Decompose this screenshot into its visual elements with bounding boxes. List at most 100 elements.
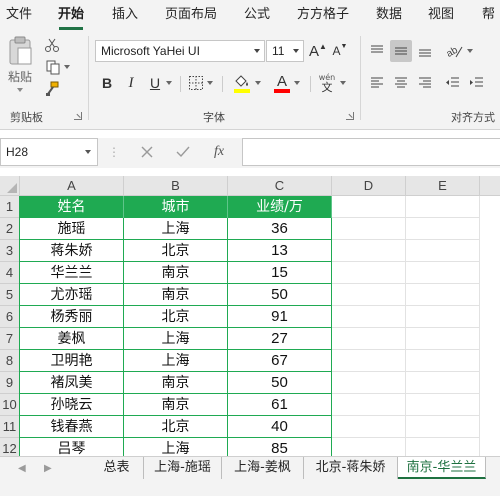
phonetic-guide-button[interactable]: wén 文 xyxy=(316,70,338,96)
column-header-d[interactable]: D xyxy=(332,176,406,196)
align-left-button[interactable] xyxy=(366,72,388,94)
bold-button[interactable]: B xyxy=(98,72,116,94)
name-box[interactable]: H28 xyxy=(0,138,98,166)
table-cell[interactable]: 36 xyxy=(228,218,332,240)
row-header-12[interactable]: 12 xyxy=(0,438,20,456)
table-cell[interactable]: 上海 xyxy=(124,218,228,240)
paste-button[interactable]: 粘贴 xyxy=(4,36,36,96)
menu-tab-formulas[interactable]: 公式 xyxy=(244,5,270,25)
empty-cell[interactable] xyxy=(406,284,480,306)
empty-cell[interactable] xyxy=(406,394,480,416)
empty-cell[interactable] xyxy=(332,438,406,456)
font-family-select[interactable]: Microsoft YaHei UI xyxy=(95,40,265,62)
align-bottom-button[interactable] xyxy=(414,40,436,62)
increase-font-size-button[interactable]: A ▲ xyxy=(308,40,328,62)
table-cell[interactable]: 上海 xyxy=(124,438,228,456)
menu-tab-data[interactable]: 数据 xyxy=(376,5,402,25)
decrease-indent-button[interactable] xyxy=(442,72,464,94)
sheet-tab[interactable]: 北京-蒋朱娇 xyxy=(304,457,398,479)
table-cell[interactable]: 南京 xyxy=(124,394,228,416)
menu-tab-view[interactable]: 视图 xyxy=(428,5,454,25)
row-header-8[interactable]: 8 xyxy=(0,350,20,372)
table-cell[interactable]: 南京 xyxy=(124,284,228,306)
table-header-cell[interactable]: 城市 xyxy=(124,196,228,218)
copy-button[interactable] xyxy=(42,58,72,76)
row-header-5[interactable]: 5 xyxy=(0,284,20,306)
font-dialog-launcher-icon[interactable] xyxy=(346,112,354,120)
menu-tab-help[interactable]: 帮 xyxy=(482,5,495,25)
empty-cell[interactable] xyxy=(406,262,480,284)
menu-tab-home[interactable]: 开始 xyxy=(58,5,84,25)
column-header-a[interactable]: A xyxy=(20,176,124,196)
menu-tab-fangfang[interactable]: 方方格子 xyxy=(297,5,349,25)
empty-cell[interactable] xyxy=(332,416,406,438)
table-cell[interactable]: 南京 xyxy=(124,372,228,394)
row-header-6[interactable]: 6 xyxy=(0,306,20,328)
empty-cell[interactable] xyxy=(332,262,406,284)
column-header-b[interactable]: B xyxy=(124,176,228,196)
menu-tab-file[interactable]: 文件 xyxy=(6,5,32,25)
empty-cell[interactable] xyxy=(332,394,406,416)
table-cell[interactable]: 姜枫 xyxy=(20,328,124,350)
empty-cell[interactable] xyxy=(332,328,406,350)
align-top-button[interactable] xyxy=(366,40,388,62)
empty-cell[interactable] xyxy=(406,438,480,456)
fill-color-button[interactable] xyxy=(230,72,264,94)
align-right-button[interactable] xyxy=(414,72,436,94)
empty-cell[interactable] xyxy=(406,328,480,350)
menu-tab-page-layout[interactable]: 页面布局 xyxy=(165,5,217,25)
row-header-4[interactable]: 4 xyxy=(0,262,20,284)
row-header-11[interactable]: 11 xyxy=(0,416,20,438)
row-header-2[interactable]: 2 xyxy=(0,218,20,240)
row-header-1[interactable]: 1 xyxy=(0,196,20,218)
table-cell[interactable]: 蒋朱娇 xyxy=(20,240,124,262)
empty-cell[interactable] xyxy=(332,240,406,262)
table-cell[interactable]: 50 xyxy=(228,284,332,306)
table-cell[interactable]: 13 xyxy=(228,240,332,262)
orientation-button[interactable]: ab xyxy=(442,40,476,62)
table-cell[interactable]: 15 xyxy=(228,262,332,284)
italic-button[interactable]: I xyxy=(122,72,140,94)
select-all-corner[interactable] xyxy=(0,176,20,196)
table-cell[interactable]: 尤亦瑶 xyxy=(20,284,124,306)
table-cell[interactable]: 91 xyxy=(228,306,332,328)
borders-button[interactable] xyxy=(186,72,214,94)
table-cell[interactable]: 61 xyxy=(228,394,332,416)
formula-input[interactable] xyxy=(242,138,500,166)
table-header-cell[interactable]: 业绩/万 xyxy=(228,196,332,218)
phonetic-dropdown[interactable] xyxy=(338,72,348,94)
insert-function-button[interactable]: fx xyxy=(208,142,230,162)
empty-cell[interactable] xyxy=(406,196,480,218)
clipboard-dialog-launcher-icon[interactable] xyxy=(74,112,82,120)
font-size-select[interactable]: 11 xyxy=(266,40,304,62)
row-header-7[interactable]: 7 xyxy=(0,328,20,350)
enter-button[interactable] xyxy=(172,142,194,162)
empty-cell[interactable] xyxy=(332,372,406,394)
align-center-button[interactable] xyxy=(390,72,412,94)
table-cell[interactable]: 50 xyxy=(228,372,332,394)
empty-cell[interactable] xyxy=(332,196,406,218)
cancel-button[interactable] xyxy=(136,142,158,162)
empty-cell[interactable] xyxy=(406,306,480,328)
decrease-font-size-button[interactable]: A ▼ xyxy=(330,40,350,62)
empty-cell[interactable] xyxy=(332,284,406,306)
table-cell[interactable]: 褚凤美 xyxy=(20,372,124,394)
table-cell[interactable]: 27 xyxy=(228,328,332,350)
sheet-tab[interactable]: 总表 xyxy=(90,457,144,479)
table-cell[interactable]: 华兰兰 xyxy=(20,262,124,284)
table-cell[interactable]: 67 xyxy=(228,350,332,372)
empty-cell[interactable] xyxy=(406,218,480,240)
previous-sheet-icon[interactable]: ◀ xyxy=(18,463,26,474)
table-cell[interactable]: 85 xyxy=(228,438,332,456)
format-painter-button[interactable] xyxy=(42,80,62,98)
sheet-tab[interactable]: 上海-姜枫 xyxy=(222,457,304,479)
font-color-button[interactable]: A xyxy=(270,72,304,94)
empty-cell[interactable] xyxy=(332,306,406,328)
empty-cell[interactable] xyxy=(332,350,406,372)
increase-indent-button[interactable] xyxy=(466,72,488,94)
table-cell[interactable]: 上海 xyxy=(124,350,228,372)
table-cell[interactable]: 南京 xyxy=(124,262,228,284)
drag-handle-icon[interactable]: ⋮ xyxy=(108,146,120,158)
underline-button[interactable]: U xyxy=(146,72,164,94)
table-cell[interactable]: 卫明艳 xyxy=(20,350,124,372)
